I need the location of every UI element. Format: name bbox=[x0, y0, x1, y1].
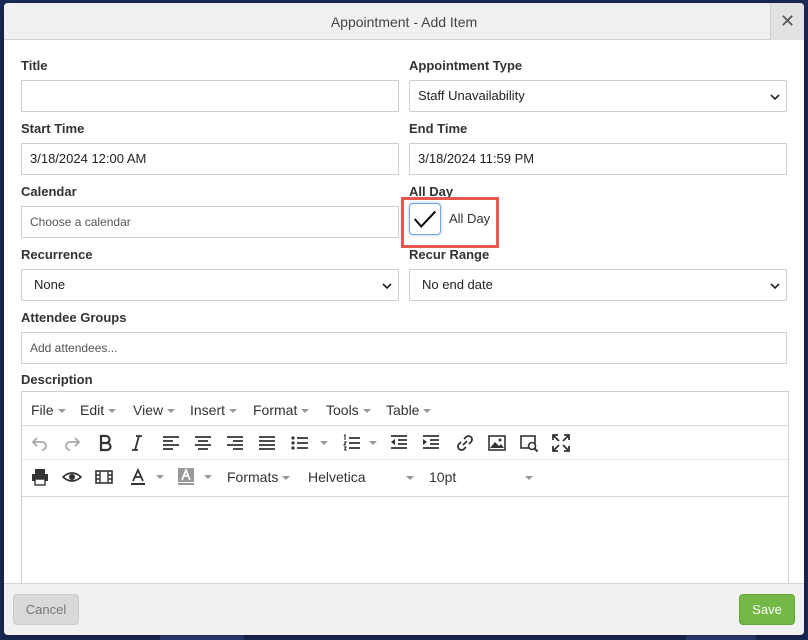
align-right-icon[interactable] bbox=[225, 433, 245, 453]
menu-view[interactable]: View bbox=[133, 402, 176, 418]
background-color-icon[interactable] bbox=[176, 467, 196, 487]
description-label: Description bbox=[21, 372, 93, 387]
calendar-label: Calendar bbox=[21, 184, 77, 199]
align-center-icon[interactable] bbox=[193, 433, 213, 453]
recurrence-label: Recurrence bbox=[21, 247, 93, 262]
background-color-dropdown[interactable] bbox=[204, 475, 212, 479]
recurrence-select[interactable]: None bbox=[21, 269, 399, 301]
media-film-icon[interactable] bbox=[94, 467, 114, 487]
appointment-dialog: Appointment - Add Item ✕ Title Appointme… bbox=[4, 3, 804, 635]
recur-range-value: No end date bbox=[422, 277, 493, 292]
title-input[interactable] bbox=[21, 80, 399, 112]
fullscreen-icon[interactable] bbox=[551, 433, 571, 453]
outdent-icon[interactable] bbox=[389, 433, 409, 453]
menu-edit[interactable]: Edit bbox=[80, 402, 117, 418]
calendar-select[interactable]: Choose a calendar bbox=[21, 206, 399, 238]
end-time-input[interactable]: 3/18/2024 11:59 PM bbox=[409, 143, 787, 175]
all-day-checkbox[interactable] bbox=[409, 203, 441, 235]
preview-eye-icon[interactable] bbox=[61, 467, 83, 487]
start-time-input[interactable]: 3/18/2024 12:00 AM bbox=[21, 143, 399, 175]
dialog-header: Appointment - Add Item ✕ bbox=[4, 3, 804, 40]
redo-icon[interactable] bbox=[62, 433, 82, 453]
indent-icon[interactable] bbox=[421, 433, 441, 453]
menu-format[interactable]: Format bbox=[253, 402, 310, 418]
editor-menubar: File Edit View Insert Format Tools Table bbox=[22, 392, 788, 426]
close-button[interactable]: ✕ bbox=[770, 3, 804, 40]
close-icon: ✕ bbox=[779, 11, 796, 31]
editor-toolbar-row-1 bbox=[22, 426, 788, 460]
end-time-label: End Time bbox=[409, 121, 468, 136]
align-left-icon[interactable] bbox=[161, 433, 181, 453]
bullet-list-icon[interactable] bbox=[290, 433, 310, 453]
italic-icon[interactable] bbox=[127, 433, 147, 453]
font-family-dropdown[interactable]: Helvetica bbox=[308, 469, 414, 485]
editor-content-area[interactable] bbox=[22, 496, 788, 583]
title-label: Title bbox=[21, 58, 48, 73]
chevron-down-icon bbox=[382, 283, 392, 290]
bullet-list-dropdown[interactable] bbox=[320, 441, 328, 445]
checkmark-icon bbox=[413, 210, 437, 229]
numbered-list-icon[interactable] bbox=[342, 433, 362, 453]
formats-dropdown[interactable]: Formats bbox=[227, 469, 291, 485]
dialog-title: Appointment - Add Item bbox=[330, 14, 478, 30]
recur-range-select[interactable]: No end date bbox=[409, 269, 787, 301]
image-icon[interactable] bbox=[487, 433, 507, 453]
recurrence-value: None bbox=[34, 277, 66, 292]
editor-toolbar-row-2: Formats Helvetica 10pt bbox=[22, 460, 788, 494]
attendee-groups-input[interactable]: Add attendees... bbox=[21, 332, 787, 364]
undo-icon[interactable] bbox=[30, 433, 50, 453]
cancel-button[interactable]: Cancel bbox=[13, 594, 79, 625]
bold-icon[interactable] bbox=[95, 433, 115, 453]
appointment-type-value: Staff Unavailability bbox=[418, 88, 525, 103]
menu-insert[interactable]: Insert bbox=[190, 402, 238, 418]
start-time-label: Start Time bbox=[21, 121, 85, 136]
align-justify-icon[interactable] bbox=[257, 433, 277, 453]
dialog-body: Title Appointment Type Staff Unavailabil… bbox=[4, 40, 804, 583]
appointment-type-label: Appointment Type bbox=[409, 58, 523, 73]
font-size-dropdown[interactable]: 10pt bbox=[429, 469, 533, 485]
link-icon[interactable] bbox=[455, 433, 475, 453]
appointment-type-select[interactable]: Staff Unavailability bbox=[409, 80, 787, 112]
all-day-checkbox-label[interactable]: All Day bbox=[449, 211, 490, 226]
media-search-icon[interactable] bbox=[519, 433, 539, 453]
rich-text-editor: File Edit View Insert Format Tools Table bbox=[21, 391, 789, 583]
menu-tools[interactable]: Tools bbox=[326, 402, 371, 418]
recur-range-label: Recur Range bbox=[409, 247, 490, 262]
menu-table[interactable]: Table bbox=[386, 402, 432, 418]
print-icon[interactable] bbox=[30, 467, 50, 487]
text-color-dropdown[interactable] bbox=[156, 475, 164, 479]
menu-file[interactable]: File bbox=[31, 402, 66, 418]
numbered-list-dropdown[interactable] bbox=[369, 441, 377, 445]
chevron-down-icon bbox=[770, 94, 780, 101]
text-color-icon[interactable] bbox=[128, 467, 148, 487]
chevron-down-icon bbox=[770, 283, 780, 290]
attendee-groups-label: Attendee Groups bbox=[21, 310, 127, 325]
dialog-footer: Cancel Save bbox=[4, 583, 804, 635]
save-button[interactable]: Save bbox=[739, 594, 795, 625]
